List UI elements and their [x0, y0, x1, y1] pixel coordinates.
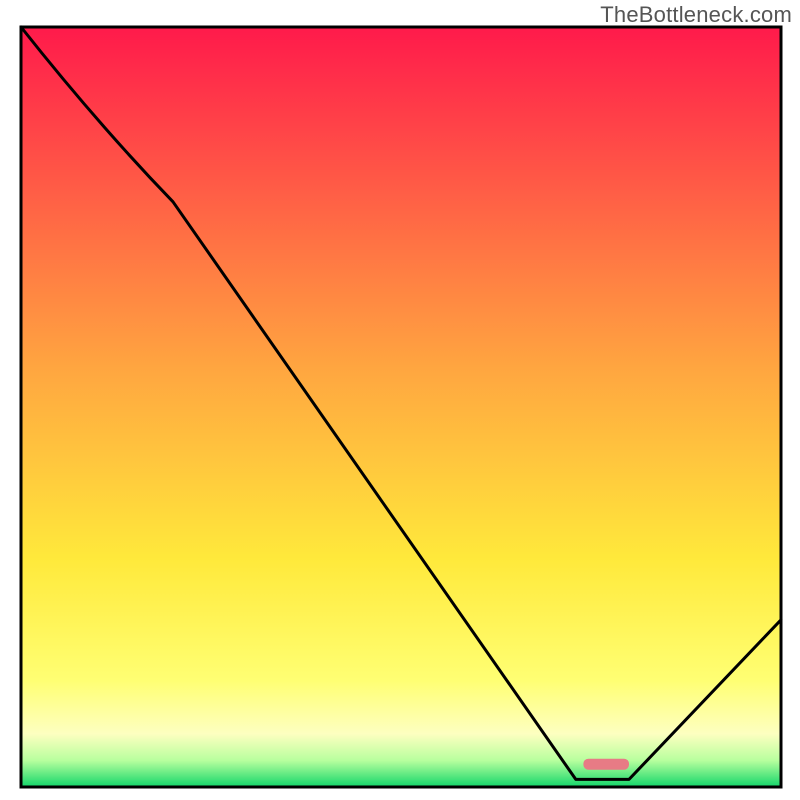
optimal-range-marker	[583, 759, 629, 770]
bottleneck-chart	[0, 0, 800, 800]
chart-background	[21, 27, 781, 787]
chart-frame: TheBottleneck.com	[0, 0, 800, 800]
